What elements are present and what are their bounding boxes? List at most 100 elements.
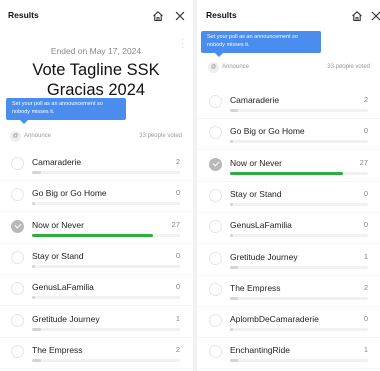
poll-ended-date: Ended on May 17, 2024 — [50, 46, 142, 56]
vote-progress-fill — [32, 358, 41, 362]
announce-icon[interactable]: @ — [208, 62, 219, 73]
option-label: Now or Never — [32, 219, 84, 230]
vote-progress-track — [32, 296, 180, 300]
tooltip-line: Set your poll as an announcement so — [207, 34, 298, 40]
option-vote-count: 2 — [175, 344, 180, 354]
poll-option[interactable]: The Empress 2 — [0, 338, 192, 369]
check-icon[interactable] — [11, 219, 24, 233]
vote-progress-track — [230, 171, 368, 175]
poll-option[interactable]: Camaraderie 2 — [198, 88, 380, 119]
poll-option[interactable]: Go Big or Go Home 0 — [198, 119, 380, 151]
people-voted[interactable]: 33 people voted — [327, 64, 370, 70]
poll-title-line: Vote Tagline SSK — [32, 61, 160, 79]
close-icon[interactable] — [174, 9, 186, 21]
option-label: Now or Never — [230, 157, 282, 168]
vote-progress-track — [32, 327, 180, 331]
option-radio[interactable] — [11, 282, 24, 296]
option-vote-count: 0 — [175, 282, 180, 292]
results-panel-right: Results Set your poll as an announcement… — [198, 0, 380, 371]
poll-option[interactable]: AplombDeCamaraderie 0 — [198, 307, 380, 339]
announce-button[interactable]: Announce — [24, 133, 51, 139]
option-vote-count: 0 — [363, 220, 368, 230]
results-panel-left: Results · · · Ended on May 17, 2024 Vote T… — [0, 0, 192, 371]
vote-progress-fill — [230, 140, 233, 144]
panel-divider — [193, 0, 197, 371]
vote-progress-fill — [32, 233, 154, 237]
poll-option[interactable]: Gretitude Journey 1 — [0, 307, 192, 338]
option-radio[interactable] — [209, 220, 222, 234]
announcement-tooltip: Set your poll as an announcement so nobo… — [201, 31, 321, 57]
option-radio[interactable] — [209, 345, 222, 359]
poll-option[interactable]: Go Big or Go Home 0 — [0, 181, 192, 213]
option-radio[interactable] — [11, 313, 24, 327]
announce-button[interactable]: Announce — [222, 64, 249, 70]
option-label: GenusLaFamilia — [230, 220, 292, 231]
option-radio[interactable] — [209, 188, 222, 202]
poll-option[interactable]: Now or Never 27 — [0, 213, 192, 244]
header-title: Results — [206, 10, 237, 20]
option-vote-count: 2 — [363, 95, 368, 104]
option-radio[interactable] — [11, 344, 24, 358]
option-label: Gretitude Journey — [32, 313, 100, 324]
option-label: Stay or Stand — [32, 250, 84, 261]
vote-progress-track — [32, 171, 180, 174]
vote-progress-fill — [32, 264, 35, 268]
option-radio[interactable] — [209, 251, 222, 265]
poll-option[interactable]: The Empress 2 — [198, 276, 380, 307]
poll-title: Vote Tagline SSK Gracias 2024 — [0, 60, 192, 100]
option-label: Camaraderie — [230, 95, 280, 105]
vote-progress-track — [230, 265, 368, 269]
header-title: Results — [8, 10, 39, 20]
check-icon[interactable] — [209, 157, 222, 171]
poll-option[interactable]: Stay or Stand 0 — [0, 244, 192, 275]
option-vote-count: 2 — [363, 282, 368, 292]
option-divider — [198, 368, 380, 370]
option-radio[interactable] — [209, 314, 222, 328]
close-icon[interactable] — [370, 9, 380, 21]
poll-option[interactable]: Stay or Stand 0 — [198, 182, 380, 213]
option-radio[interactable] — [11, 188, 24, 202]
poll-option[interactable]: GenusLaFamilia 0 — [198, 213, 380, 245]
vote-progress-fill — [32, 202, 35, 206]
vote-progress-fill — [230, 171, 343, 175]
option-vote-count: 1 — [363, 345, 368, 355]
home-icon[interactable] — [351, 9, 363, 22]
option-radio[interactable] — [11, 157, 24, 170]
option-vote-count: 27 — [171, 219, 180, 229]
vote-progress-fill — [230, 265, 239, 269]
poll-option[interactable]: Camaraderie 2 — [0, 150, 192, 181]
vote-progress-fill — [230, 202, 233, 206]
vote-progress-fill — [230, 109, 239, 112]
option-label: EnchantingRide — [230, 345, 291, 356]
vote-progress-track — [230, 202, 368, 206]
option-radio[interactable] — [209, 282, 222, 296]
option-vote-count: 27 — [359, 157, 368, 167]
vote-progress-fill — [230, 296, 239, 300]
option-vote-count: 0 — [175, 250, 180, 260]
poll-option[interactable]: GenusLaFamilia 0 — [0, 275, 192, 307]
option-vote-count: 2 — [175, 157, 180, 166]
option-label: Go Big or Go Home — [230, 126, 305, 137]
vote-progress-track — [32, 358, 180, 362]
option-vote-count: 0 — [363, 188, 368, 198]
poll-meta: @ Announce 33 people voted — [0, 130, 192, 144]
vote-progress-fill — [230, 359, 239, 363]
option-radio[interactable] — [209, 126, 222, 140]
home-icon[interactable] — [152, 9, 164, 22]
option-radio[interactable] — [209, 95, 222, 108]
option-label: Gretitude Journey — [230, 251, 298, 262]
announce-icon[interactable]: @ — [10, 131, 21, 142]
people-voted[interactable]: 33 people voted — [139, 133, 182, 139]
poll-option[interactable]: Gretitude Journey 1 — [198, 245, 380, 276]
option-label: Camaraderie — [32, 157, 82, 167]
option-vote-count: 0 — [363, 314, 368, 324]
option-vote-count: 1 — [175, 313, 180, 323]
vote-progress-track — [230, 109, 368, 112]
poll-option[interactable]: Now or Never 27 — [198, 151, 380, 182]
option-label: AplombDeCamaraderie — [230, 314, 319, 325]
option-radio[interactable] — [11, 250, 24, 264]
tooltip-line: nobody misses it. — [12, 108, 55, 115]
poll-title-line: Gracias 2024 — [46, 81, 146, 99]
option-label: The Empress — [230, 282, 281, 293]
poll-option[interactable]: EnchantingRide 1 — [198, 338, 380, 370]
